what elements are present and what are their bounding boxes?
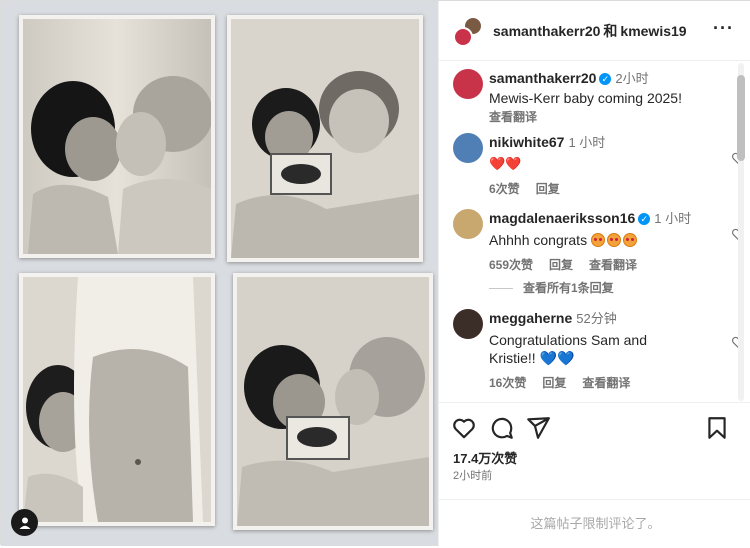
- comment-text-line: Kristie!!: [489, 350, 536, 366]
- ultrasound-selfie-image: [231, 19, 419, 258]
- comment-username[interactable]: meggaherne: [489, 310, 572, 326]
- avatar[interactable]: [453, 133, 483, 163]
- comment-likes-count[interactable]: 6次赞: [489, 182, 520, 196]
- star-struck-emoji-icon: [590, 233, 605, 247]
- coauthor-username-link[interactable]: kmewis19: [620, 23, 686, 39]
- comments-list[interactable]: samanthakerr20 ✓ 2小时 Mewis-Kerr baby comin…: [439, 61, 750, 402]
- reply-button[interactable]: 回复: [549, 258, 573, 272]
- paper-plane-icon[interactable]: [525, 415, 551, 441]
- post-actions-section: 17.4万次赞 2小时前 这篇帖子限制评论了。: [439, 402, 750, 546]
- comment-body: magdalenaeriksson16 ✓ 1 小时 Ahhhh congrats …: [489, 209, 719, 274]
- reply-button[interactable]: 回复: [536, 182, 560, 196]
- comment-text: Congratulations Sam and Kristie!! 💙💙: [489, 331, 719, 367]
- caption-text: Mewis-Kerr baby coming 2025!: [489, 90, 682, 106]
- photo-booth-frame-2: [227, 15, 423, 262]
- author-username-link[interactable]: samanthakerr20: [493, 23, 600, 39]
- comment-text: Ahhhh congrats: [489, 231, 719, 249]
- comment-body: meggaherne 52分钟 Congratulations Sam and Kr…: [489, 309, 719, 392]
- photo-booth-frame-1: [19, 15, 215, 258]
- more-options-button[interactable]: ···: [713, 19, 734, 37]
- verified-badge-icon: ✓: [599, 73, 612, 85]
- view-replies-button[interactable]: 查看所有1条回复: [489, 279, 614, 296]
- comment-text: ❤️❤️: [489, 156, 522, 171]
- photo-booth-frame-3: [19, 273, 215, 526]
- belly-image: [23, 277, 211, 522]
- comment-meta: 659次赞 回复 查看翻译: [489, 256, 719, 274]
- comments-scrollbar[interactable]: [735, 63, 745, 401]
- caption-username[interactable]: samanthakerr20: [489, 70, 596, 86]
- caption-body: samanthakerr20 ✓ 2小时 Mewis-Kerr baby comin…: [489, 69, 719, 126]
- avatar[interactable]: [453, 209, 483, 239]
- post-likes-count[interactable]: 17.4万次赞: [453, 448, 517, 467]
- verified-badge-icon: ✓: [638, 213, 651, 225]
- heart-outline-icon[interactable]: [451, 415, 477, 441]
- comment-time: 52分钟: [576, 311, 617, 326]
- post-timestamp[interactable]: 2小时前: [453, 467, 492, 483]
- blue-heart-emoji-icon: 💙💙: [539, 350, 575, 366]
- avatar[interactable]: [453, 309, 483, 339]
- comment-likes-count[interactable]: 659次赞: [489, 258, 533, 272]
- post-side-panel: samanthakerr20 和 kmewis19 ··· samanthakerr…: [438, 1, 750, 546]
- instagram-post-window: samanthakerr20 和 kmewis19 ··· samanthakerr…: [0, 0, 750, 546]
- reply-button[interactable]: 回复: [542, 376, 566, 390]
- avatar: [453, 26, 473, 47]
- avatar[interactable]: [453, 69, 483, 99]
- comment-username[interactable]: nikiwhite67: [489, 134, 564, 150]
- star-struck-emoji-icon: [606, 233, 621, 247]
- bookmark-icon[interactable]: [704, 415, 730, 441]
- tagged-users-button[interactable]: [11, 509, 38, 536]
- star-struck-emoji-icon: [622, 233, 637, 247]
- photo-booth-frame-4: [233, 273, 433, 530]
- comment-username[interactable]: magdalenaeriksson16: [489, 210, 635, 226]
- see-translation-link[interactable]: 查看翻译: [582, 376, 630, 390]
- comment-meta: 6次赞 回复: [489, 180, 719, 198]
- comment-meta: 16次赞 回复 查看翻译: [489, 374, 719, 392]
- collab-usernames: samanthakerr20 和 kmewis19: [493, 21, 687, 41]
- see-translation-link[interactable]: 查看翻译: [589, 258, 637, 272]
- comment-likes-count[interactable]: 16次赞: [489, 376, 526, 390]
- comment-text-line: Congratulations Sam and: [489, 332, 647, 348]
- person-tag-icon: [19, 517, 30, 529]
- comment-body: nikiwhite67 1 小时 ❤️❤️ 6次赞 回复: [489, 133, 719, 198]
- see-translation-link[interactable]: 查看翻译: [489, 108, 719, 126]
- kissing-couple-image: [23, 19, 211, 254]
- comments-limited-notice: 这篇帖子限制评论了。: [439, 499, 750, 547]
- comment-time: 1 小时: [568, 135, 606, 150]
- post-photo[interactable]: [1, 1, 438, 546]
- caption-time: 2小时: [615, 71, 649, 86]
- conjunction-text: 和: [603, 22, 618, 39]
- post-header: samanthakerr20 和 kmewis19 ···: [439, 1, 750, 61]
- scrollbar-thumb[interactable]: [737, 75, 745, 161]
- comment-text-content: Ahhhh congrats: [489, 232, 588, 248]
- kiss-ultrasound-image: [237, 277, 429, 526]
- comment-time: 1 小时: [654, 211, 692, 226]
- collab-avatars[interactable]: [453, 14, 483, 48]
- comment-bubble-icon[interactable]: [489, 415, 515, 441]
